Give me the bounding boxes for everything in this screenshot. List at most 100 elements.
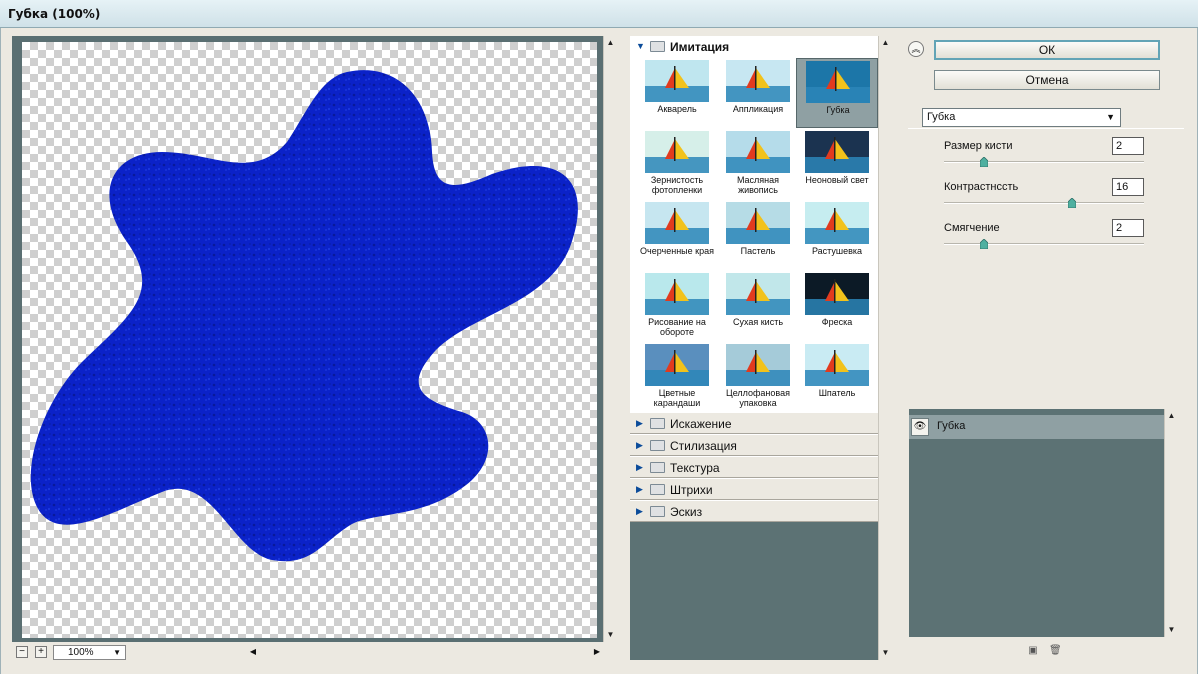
chevron-down-icon: ▼ <box>113 648 121 657</box>
category-header[interactable]: ▶ Стилизация <box>630 434 878 456</box>
zoom-in-button[interactable]: + <box>35 646 47 658</box>
filter-thumbnail-label: Масляная живопись <box>736 175 780 195</box>
trash-icon[interactable]: 🗑 <box>1049 645 1062 657</box>
filter-thumbnail-image <box>645 344 709 386</box>
title-bar: Губка (100%) <box>0 0 1198 28</box>
category-label: Штрихи <box>670 483 713 497</box>
filter-thumbnail[interactable]: Фреска <box>796 271 878 341</box>
param-slider-thumb[interactable] <box>1067 197 1077 209</box>
filter-thumbnail-label: Зернистость фотопленки <box>650 175 704 195</box>
expanded-triangle-icon: ▼ <box>636 41 645 51</box>
filter-thumbnail-image <box>806 61 870 103</box>
filter-thumbnail-image <box>645 273 709 315</box>
collapsed-triangle-icon: ▶ <box>636 462 643 472</box>
param-label: Размер кисти <box>944 140 1013 152</box>
filter-thumbnail[interactable]: Зернистость фотопленки <box>636 129 718 199</box>
param-slider-track[interactable] <box>944 243 1144 245</box>
effect-layer-row[interactable]: 👁 Губка <box>909 415 1164 439</box>
double-chevron-up-icon: ︽ <box>911 44 921 54</box>
category-artistic: ▼ Имитация Акварель Аппликация Губка Зернис… <box>630 36 878 412</box>
filter-thumbnail-image <box>726 202 790 244</box>
preview-horizontal-scrollbar[interactable]: ◀ ▶ <box>246 644 604 660</box>
scroll-down-arrow-icon[interactable]: ▼ <box>879 646 892 660</box>
scroll-down-arrow-icon[interactable]: ▼ <box>604 628 617 642</box>
zoom-select[interactable]: 100% ▼ <box>53 645 126 660</box>
filter-thumbnail-image <box>645 202 709 244</box>
param-slider-track[interactable] <box>944 161 1144 163</box>
filter-thumbnail[interactable]: Целлофановая упаковка <box>717 342 799 412</box>
param-label: Контрастнссть <box>944 181 1019 193</box>
preview-canvas[interactable] <box>22 42 597 638</box>
filter-thumbnail[interactable]: Аппликация <box>717 58 799 128</box>
ok-button[interactable]: ОК <box>934 40 1160 60</box>
filter-thumbnail-label: Губка <box>826 105 850 115</box>
category-header[interactable]: ▶ Искажение <box>630 412 878 434</box>
filter-thumbnail-image <box>726 273 790 315</box>
filter-thumbnail[interactable]: Губка <box>796 58 878 128</box>
filter-thumbnail[interactable]: Неоновый свет <box>796 129 878 199</box>
category-header-artistic[interactable]: ▼ Имитация <box>630 36 878 58</box>
new-effect-layer-icon[interactable]: ▣ <box>1027 645 1039 657</box>
category-label: Текстура <box>670 461 720 475</box>
scroll-down-arrow-icon[interactable]: ▼ <box>1165 623 1178 637</box>
filter-thumbnail-label: Сухая кисть <box>732 317 784 327</box>
scroll-up-arrow-icon[interactable]: ▲ <box>604 36 617 50</box>
collapsed-triangle-icon: ▶ <box>636 418 643 428</box>
filter-thumbnail[interactable]: Сухая кисть <box>717 271 799 341</box>
filter-thumbnail[interactable]: Шпатель <box>796 342 878 412</box>
filter-gallery: ▼ Имитация Акварель Аппликация Губка Зернис… <box>630 36 878 660</box>
filter-thumbnail[interactable]: Акварель <box>636 58 718 128</box>
layers-vertical-scrollbar[interactable]: ▲ ▼ <box>1164 409 1178 637</box>
filter-thumbnail-image <box>805 273 869 315</box>
filter-thumbnail-image <box>726 131 790 173</box>
filter-thumbnail[interactable]: Рисование на обороте <box>636 271 718 341</box>
category-header[interactable]: ▶ Эскиз <box>630 500 878 522</box>
filter-thumbnail[interactable]: Пастель <box>717 200 799 270</box>
param-slider-track[interactable] <box>944 202 1144 204</box>
sponge-preview-blob <box>30 70 578 562</box>
param-slider-thumb[interactable] <box>979 238 989 250</box>
filter-thumbnail-label: Очерченные края <box>640 246 714 256</box>
scroll-up-arrow-icon[interactable]: ▲ <box>1165 409 1178 423</box>
category-header[interactable]: ▶ Текстура <box>630 456 878 478</box>
preview-vertical-scrollbar[interactable]: ▲ ▼ <box>603 36 617 642</box>
scroll-right-arrow-icon[interactable]: ▶ <box>590 644 604 660</box>
cancel-button[interactable]: Отмена <box>934 70 1160 90</box>
zoom-out-button[interactable]: − <box>16 646 28 658</box>
filter-thumbnail[interactable]: Растушевка <box>796 200 878 270</box>
collapse-gallery-button[interactable]: ︽ <box>908 41 924 57</box>
filter-thumbnail-label: Акварель <box>657 104 697 114</box>
category-label: Имитация <box>670 40 730 54</box>
filter-select[interactable]: Губка ▼ <box>922 108 1121 127</box>
category-header[interactable]: ▶ Штрихи <box>630 478 878 500</box>
window-title: Губка (100%) <box>8 7 101 21</box>
filter-thumbnail[interactable]: Масляная живопись <box>717 129 799 199</box>
category-label: Эскиз <box>670 505 703 519</box>
param-value-field[interactable]: 2 <box>1112 219 1144 237</box>
scroll-up-arrow-icon[interactable]: ▲ <box>879 36 892 50</box>
folder-icon <box>650 41 665 52</box>
param-slider-thumb[interactable] <box>979 156 989 168</box>
filter-thumbnail[interactable]: Очерченные края <box>636 200 718 270</box>
param-label: Смягчение <box>944 222 1000 234</box>
collapsed-triangle-icon: ▶ <box>636 484 643 494</box>
folder-icon <box>650 418 665 429</box>
param-value-field[interactable]: 16 <box>1112 178 1144 196</box>
filter-thumbnail-label: Аппликация <box>732 104 784 114</box>
eye-visibility-icon[interactable]: 👁 <box>911 418 929 436</box>
filter-thumbnail[interactable]: Цветные карандаши <box>636 342 718 412</box>
param-value-field[interactable]: 2 <box>1112 137 1144 155</box>
effect-layers-list: 👁 Губка <box>909 409 1164 637</box>
filter-thumbnail-image <box>805 131 869 173</box>
gallery-vertical-scrollbar[interactable]: ▲ ▼ <box>878 36 892 660</box>
folder-icon <box>650 506 665 517</box>
filter-thumbnail-image <box>645 131 709 173</box>
scroll-left-arrow-icon[interactable]: ◀ <box>246 644 260 660</box>
filter-thumbnail-label: Рисование на обороте <box>648 317 706 337</box>
filter-thumbnail-label: Пастель <box>740 246 776 256</box>
filter-thumbnail-label: Шпатель <box>818 388 856 398</box>
folder-icon <box>650 440 665 451</box>
collapsed-triangle-icon: ▶ <box>636 440 643 450</box>
filter-thumbnail-label: Цветные карандаши <box>653 388 701 408</box>
category-label: Стилизация <box>670 439 737 453</box>
